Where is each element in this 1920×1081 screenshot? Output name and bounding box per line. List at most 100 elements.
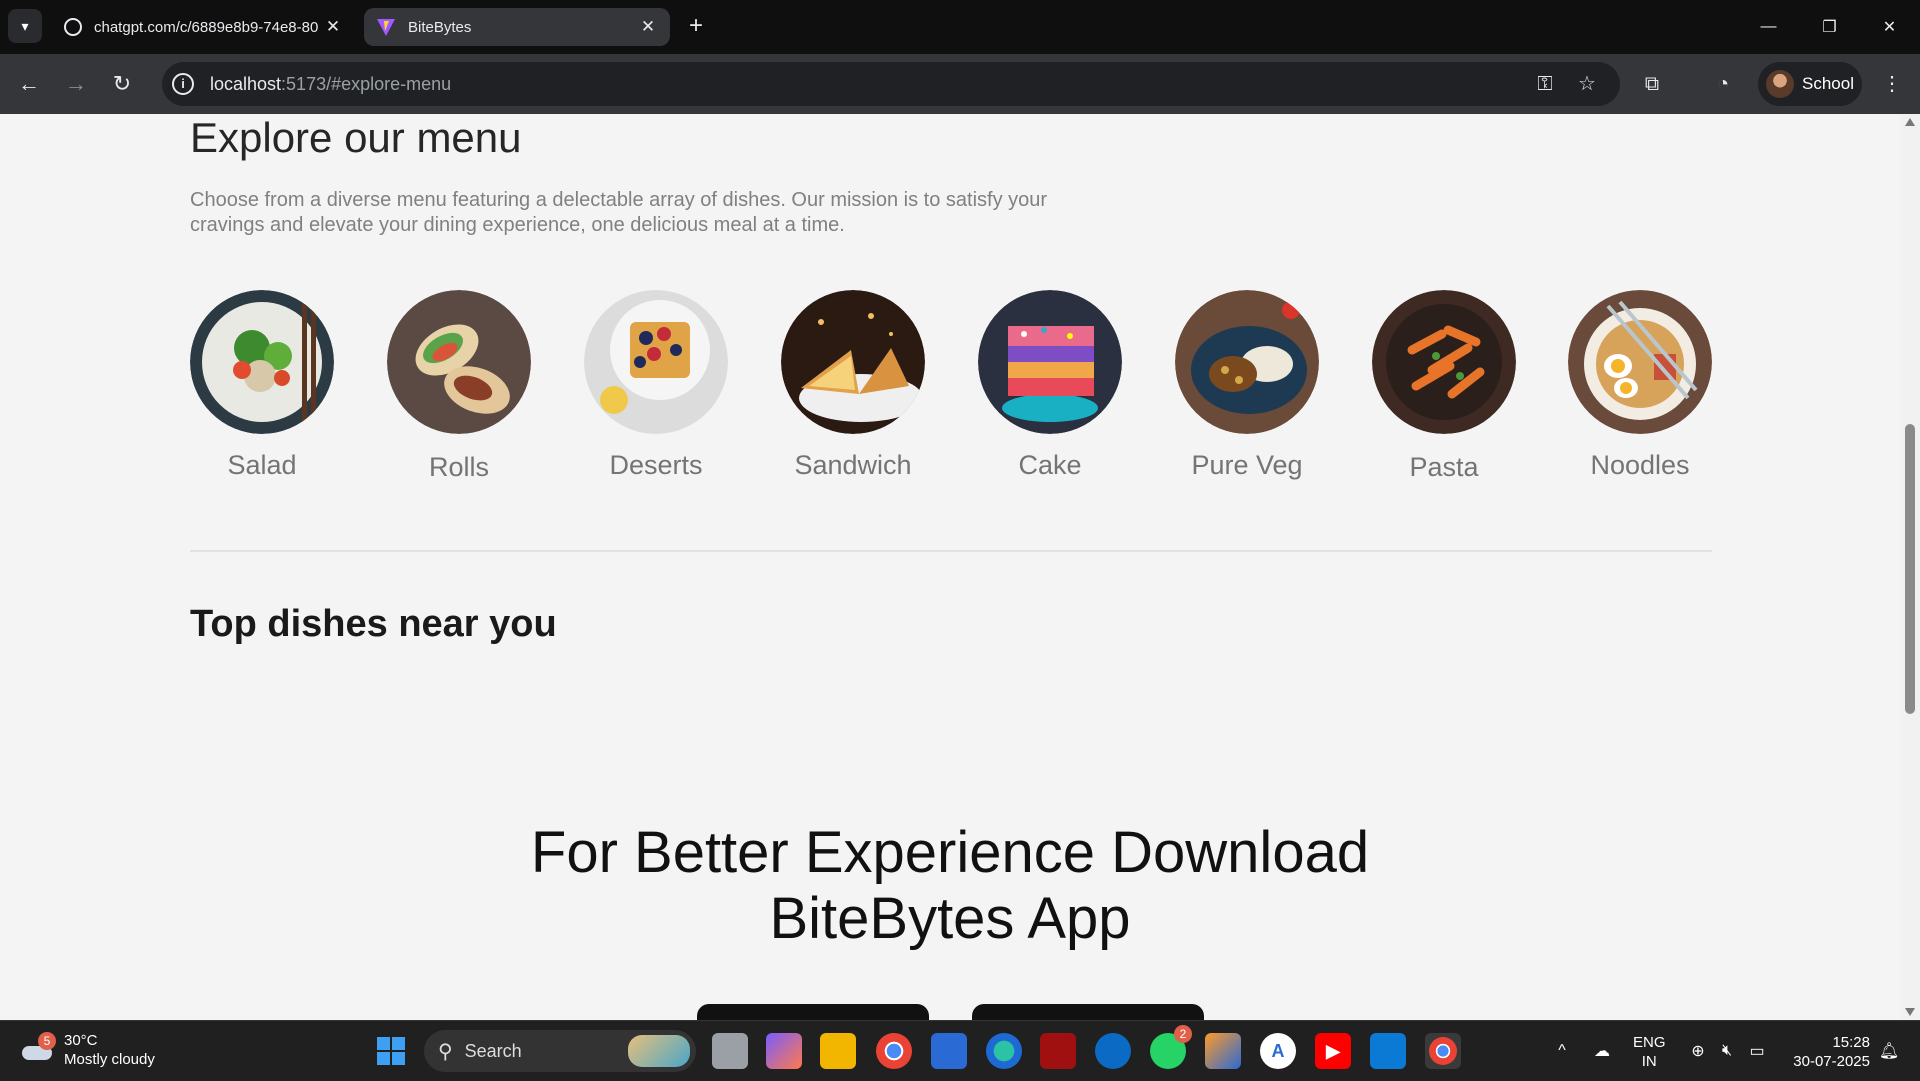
address-bar[interactable]: i localhost:5173/#explore-menu ⚿ ☆ <box>162 62 1620 106</box>
menu-item-cake[interactable]: Cake <box>978 290 1122 481</box>
cake-image <box>978 290 1122 434</box>
youtube-icon[interactable]: ▶ <box>1315 1033 1351 1069</box>
tab-title: chatgpt.com/c/6889e8b9-74e8-80 <box>94 18 319 36</box>
url-host: localhost <box>210 73 282 94</box>
extensions-icon[interactable]: ⧉ <box>1636 68 1668 100</box>
page-scrollbar[interactable] <box>1900 114 1920 1020</box>
scroll-up-icon[interactable] <box>1905 118 1915 126</box>
scroll-thumb[interactable] <box>1905 424 1915 714</box>
weather-widget[interactable]: 5 30°C Mostly cloudy <box>20 1031 155 1069</box>
clock-date: 30-07-2025 <box>1793 1053 1870 1070</box>
restore-button[interactable]: ❐ <box>1799 0 1860 54</box>
copilot-icon[interactable] <box>766 1033 802 1069</box>
dell-icon[interactable] <box>1095 1033 1131 1069</box>
profile-button[interactable]: School <box>1758 62 1862 106</box>
taskbar-search[interactable]: ⚲ Search <box>424 1030 696 1072</box>
search-icon: ⚲ <box>438 1040 453 1063</box>
language-indicator[interactable]: ENG IN <box>1633 1033 1666 1071</box>
arrow-right-icon: → <box>65 71 87 96</box>
top-dishes-title: Top dishes near you <box>190 603 557 645</box>
play-store-button[interactable] <box>697 1004 929 1020</box>
arrow-left-icon: ← <box>18 71 40 96</box>
menu-item-label: Pasta <box>1409 452 1479 482</box>
chevron-down-icon: ▾ <box>21 17 29 34</box>
menu-item-label: Cake <box>1018 450 1082 480</box>
back-button[interactable]: ← <box>11 66 47 102</box>
explore-menu-title: Explore our menu <box>190 114 522 161</box>
app-store-button[interactable] <box>972 1004 1204 1020</box>
more-menu-icon[interactable]: ⋮ <box>1876 68 1908 100</box>
close-icon[interactable]: ✕ <box>323 17 343 37</box>
app-download-heading: For Better Experience Download BiteBytes… <box>0 820 1900 952</box>
network-icon[interactable]: ⊕ <box>1685 1021 1711 1081</box>
bookmark-star-icon[interactable]: ☆ <box>1574 71 1600 97</box>
close-icon[interactable]: ✕ <box>638 17 658 37</box>
task-view-icon[interactable] <box>712 1033 748 1069</box>
scroll-down-icon[interactable] <box>1905 1008 1915 1016</box>
whatsapp-badge: 2 <box>1174 1025 1192 1043</box>
notification-bell-icon[interactable]: 🔔︎ <box>1876 1021 1902 1081</box>
section-divider <box>190 550 1712 552</box>
menu-item-noodles[interactable]: Noodles <box>1568 290 1712 481</box>
app-download-line-1: For Better Experience Download <box>530 820 1370 885</box>
whatsapp-icon[interactable]: 2 <box>1150 1025 1192 1069</box>
close-window-button[interactable]: ✕ <box>1859 0 1920 54</box>
page-viewport: Explore our menu Choose from a diverse m… <box>0 114 1900 1020</box>
weather-badge: 5 <box>38 1032 56 1050</box>
password-key-icon[interactable]: ⚿ <box>1532 71 1558 97</box>
menu-item-sandwich[interactable]: Sandwich <box>781 290 925 481</box>
tab-title: BiteBytes <box>408 18 472 36</box>
vscode-icon[interactable] <box>1370 1033 1406 1069</box>
site-info-icon[interactable]: i <box>172 73 194 95</box>
tab-chatgpt[interactable]: chatgpt.com/c/6889e8b9-74e8-80 ✕ <box>52 8 355 46</box>
clock[interactable]: 15:28 30-07-2025 <box>1780 1033 1870 1071</box>
openai-icon <box>64 18 82 36</box>
browser-toolbar: ← → ↻ i localhost:5173/#explore-menu ⚿ ☆… <box>0 54 1920 114</box>
menu-item-label: Sandwich <box>794 450 912 480</box>
windows-start-icon[interactable] <box>377 1037 405 1065</box>
deserts-image <box>584 290 728 434</box>
search-label: Search <box>464 1040 522 1061</box>
pasta-image <box>1372 290 1516 434</box>
menu-item-salad[interactable]: Salad <box>190 290 334 481</box>
menu-item-label: Noodles <box>1590 450 1690 480</box>
menu-item-deserts[interactable]: Deserts <box>584 290 728 481</box>
menu-item-label: Pure Veg <box>1191 450 1303 480</box>
menu-category-list: Salad Rolls Deserts Sandwich Cake Pure V… <box>190 290 1712 510</box>
battery-icon[interactable]: ▭ <box>1744 1021 1770 1081</box>
microsoft-store-icon[interactable] <box>931 1033 967 1069</box>
search-highlight-image <box>628 1035 690 1067</box>
chrome-active-icon[interactable] <box>1425 1033 1461 1069</box>
onedrive-icon[interactable]: ☁ <box>1588 1021 1616 1081</box>
show-hidden-icons-icon[interactable]: ^ <box>1548 1021 1576 1081</box>
menu-item-pure-veg[interactable]: Pure Veg <box>1175 290 1319 481</box>
rolls-image <box>387 290 531 434</box>
oracle-app-icon[interactable] <box>1040 1033 1076 1069</box>
new-tab-button[interactable]: + <box>680 11 712 43</box>
clock-time: 15:28 <box>1832 1034 1870 1051</box>
noodles-image <box>1568 290 1712 434</box>
avatar <box>1766 70 1794 98</box>
volume-muted-icon[interactable]: 🔇︎ <box>1714 1021 1740 1081</box>
menu-item-pasta[interactable]: Pasta <box>1372 290 1516 483</box>
reload-button[interactable]: ↻ <box>104 66 140 102</box>
lang-line-1: ENG <box>1633 1034 1666 1051</box>
file-explorer-icon[interactable] <box>820 1033 856 1069</box>
chrome-icon[interactable] <box>876 1033 912 1069</box>
matlab-icon[interactable] <box>1205 1033 1241 1069</box>
performance-icon[interactable]: ◔ <box>1707 68 1739 100</box>
vite-icon <box>377 19 395 36</box>
profile-name: School <box>1802 74 1854 93</box>
menu-item-label: Rolls <box>428 452 489 482</box>
weather-temp: 30°C <box>64 1032 98 1049</box>
edge-icon[interactable] <box>986 1033 1022 1069</box>
tab-search-button[interactable]: ▾ <box>8 9 42 43</box>
menu-item-rolls[interactable]: Rolls <box>387 290 531 483</box>
forward-button[interactable]: → <box>58 66 94 102</box>
tab-bitebytes[interactable]: BiteBytes ✕ <box>364 8 670 46</box>
tab-strip: ▾ chatgpt.com/c/6889e8b9-74e8-80 ✕ BiteB… <box>0 0 1920 54</box>
url-text: localhost:5173/#explore-menu <box>210 74 451 95</box>
app-a-icon[interactable]: A <box>1260 1033 1296 1069</box>
cloud-icon: 5 <box>20 1032 56 1062</box>
minimize-button[interactable]: — <box>1738 0 1799 54</box>
